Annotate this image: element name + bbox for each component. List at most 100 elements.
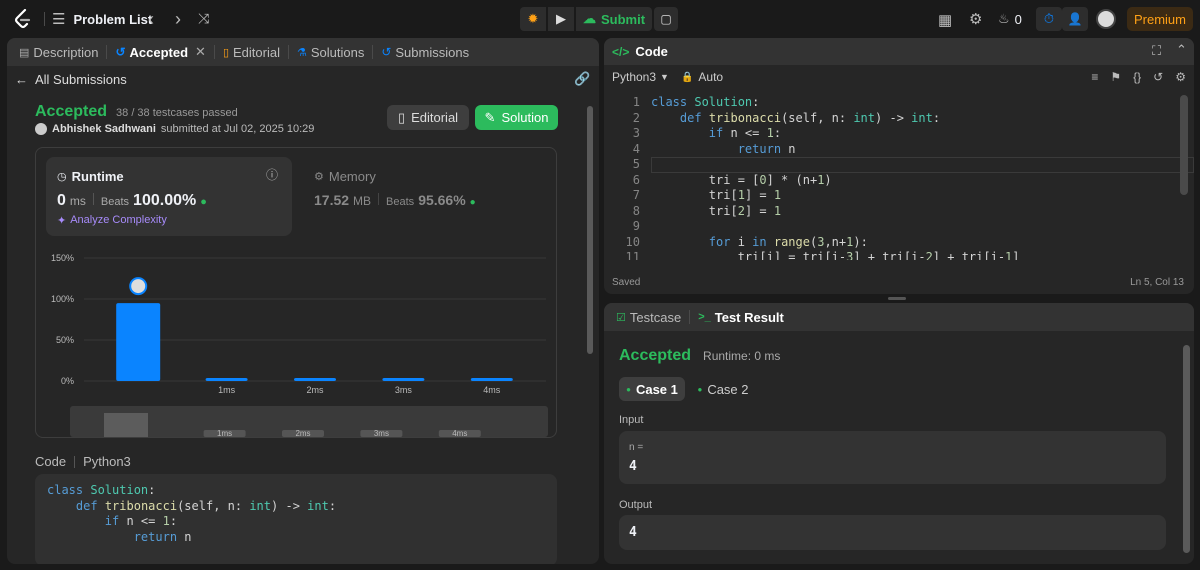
arrow-left-icon: ← xyxy=(15,72,28,87)
tab-label: Editorial xyxy=(233,44,280,60)
settings-icon[interactable]: ⚙ xyxy=(1175,70,1186,84)
format-icon[interactable]: ≡ xyxy=(1091,70,1098,84)
bar xyxy=(470,378,513,381)
problem-list-label: Problem List xyxy=(73,11,153,27)
bookmark-icon[interactable]: ⚑ xyxy=(1110,70,1121,84)
tab-test-result[interactable]: >_ Test Result xyxy=(694,303,788,331)
test-result-panel: ☑ Testcase >_ Test Result Accepted Runtime… xyxy=(604,303,1194,564)
cloud-upload-icon: ☁ xyxy=(582,11,596,26)
history-icon: ↺ xyxy=(115,45,126,59)
y-tick-label: 50% xyxy=(56,335,74,345)
tab-testcase[interactable]: ☑ Testcase xyxy=(612,303,685,331)
info-icon[interactable]: ⓘ xyxy=(266,166,278,183)
y-tick-label: 150% xyxy=(51,253,74,263)
user-avatar-marker xyxy=(129,277,148,296)
code-editor[interactable]: 1 2 3 4 5 6 7 8 9 10 11 class Solution: … xyxy=(604,95,1194,260)
saved-status: Saved xyxy=(612,277,641,288)
debug-button[interactable]: ✹ xyxy=(520,7,546,31)
stopwatch-icon: ⏱ xyxy=(1043,11,1055,26)
bar xyxy=(116,303,161,381)
pencil-icon: ✎ xyxy=(484,109,496,125)
problem-list-link[interactable]: ☰ Problem List xyxy=(52,10,152,28)
auto-mode[interactable]: 🔒 Auto xyxy=(681,70,723,84)
line-numbers: 1 2 3 4 5 6 7 8 9 10 11 xyxy=(625,95,640,260)
leetcode-logo[interactable] xyxy=(14,8,32,29)
tab-description[interactable]: ▤ Description xyxy=(15,38,102,66)
top-nav: ☰ Problem List ‹ › ⤨ ✹ ▶ ☁ Submit ▢ ▦ ⚙ ♨… xyxy=(0,0,1200,38)
invite-button[interactable]: 👤 xyxy=(1062,7,1088,31)
tab-label: Test Result xyxy=(714,309,784,325)
solution-button[interactable]: ✎ Solution xyxy=(475,105,558,130)
navigator-label: 3ms xyxy=(374,429,389,438)
tab-label: Testcase xyxy=(629,309,682,325)
cursor-position: Ln 5, Col 13 xyxy=(1130,277,1184,288)
x-tick-label: 4ms xyxy=(483,385,501,395)
language-select[interactable]: Python3 ▼ xyxy=(612,70,669,84)
close-icon[interactable]: ✕ xyxy=(195,44,206,60)
runtime-card[interactable]: ◷ Runtime ⓘ 0 ms Beats 100.00% ● ✦ Analyz… xyxy=(46,157,292,236)
submit-button[interactable]: ☁ Submit xyxy=(576,7,652,31)
run-button[interactable]: ▶ xyxy=(548,7,574,31)
editor-scrollbar[interactable] xyxy=(1180,95,1188,195)
submit-label: Submit xyxy=(600,11,646,27)
memory-value: 17.52 xyxy=(314,192,350,208)
tab-submissions[interactable]: ↺ Submissions xyxy=(377,38,473,66)
lock-icon: 🔒 xyxy=(680,71,694,83)
tab-label: Submissions xyxy=(395,44,470,60)
x-tick-label: 2ms xyxy=(306,385,324,395)
editor-tabbar: </> Code ⛶ ⌃ xyxy=(604,38,1194,65)
chevron-right-icon[interactable]: › xyxy=(175,9,181,30)
case-1-tab[interactable]: ● Case 1 xyxy=(619,377,685,401)
submission-status: Accepted 38 / 38 testcases passed xyxy=(35,103,238,121)
checkbox-icon: ☑ xyxy=(616,311,626,324)
premium-button[interactable]: Premium xyxy=(1127,7,1193,31)
link-icon[interactable]: 🔗 xyxy=(574,71,590,87)
code-editor-panel: </> Code ⛶ ⌃ Python3 ▼ 🔒 Auto ≡ ⚑ {} ↺ ⚙ 1… xyxy=(604,38,1194,294)
button-label: Editorial xyxy=(411,110,459,125)
left-scrollbar[interactable] xyxy=(587,106,593,354)
author-name[interactable]: Abhishek Sadhwani xyxy=(52,123,156,135)
play-icon: ▶ xyxy=(556,11,566,26)
x-tick-label: 3ms xyxy=(395,385,413,395)
book-icon: ▯ xyxy=(222,46,229,59)
maximize-icon[interactable]: ⛶ xyxy=(1152,43,1161,59)
layout-icon[interactable]: ▦ xyxy=(938,11,952,29)
braces-icon[interactable]: {} xyxy=(1133,70,1141,84)
testcases-count: 38 / 38 testcases passed xyxy=(116,107,238,119)
beats-label: Beats xyxy=(100,196,130,208)
tab-solutions[interactable]: ⚗ Solutions xyxy=(293,38,368,66)
chevron-up-icon[interactable]: ⌃ xyxy=(1176,42,1187,58)
tab-editorial[interactable]: ▯ Editorial xyxy=(219,38,284,66)
memory-beats: 95.66% xyxy=(418,192,466,208)
tab-label: Description xyxy=(33,44,99,60)
chevron-left-icon[interactable]: ‹ xyxy=(148,9,154,30)
bar xyxy=(294,378,336,381)
current-line-highlight xyxy=(651,157,1194,173)
editorial-button[interactable]: ▯ Editorial xyxy=(387,105,469,130)
avatar[interactable] xyxy=(1096,9,1116,29)
back-label: All Submissions xyxy=(35,72,127,87)
runtime-unit: ms xyxy=(69,194,86,208)
case-2-tab[interactable]: ● Case 2 xyxy=(693,377,753,401)
tab-accepted[interactable]: ↺ Accepted ✕ xyxy=(111,38,210,66)
timer-button[interactable]: ⏱ xyxy=(1036,7,1062,31)
gear-icon[interactable]: ⚙ xyxy=(969,10,982,28)
back-link[interactable]: ← All Submissions xyxy=(15,72,127,87)
bar xyxy=(382,378,425,381)
code-text: class Solution: def tribonacci(self, n: … xyxy=(47,483,337,544)
streak-count: 0 xyxy=(1014,11,1022,27)
runtime-distribution-chart: 0% 50% 100% 150% 1ms 2ms 3ms 4ms 1ms 2ms 3ms 4ms xyxy=(51,253,548,438)
memory-card[interactable]: ⚙ Memory 17.52 MB Beats 95.66% ● xyxy=(303,157,503,236)
submission-meta: Abhishek Sadhwani submitted at Jul 02, 2… xyxy=(35,123,314,135)
analyze-complexity-link[interactable]: ✦ Analyze Complexity xyxy=(57,214,167,227)
reset-icon[interactable]: ↺ xyxy=(1153,70,1163,84)
notes-button[interactable]: ▢ xyxy=(654,7,678,31)
result-scrollbar[interactable] xyxy=(1183,345,1190,553)
case-label: Case 1 xyxy=(635,381,678,397)
resize-handle[interactable] xyxy=(888,297,906,300)
pass-dot-icon: ● xyxy=(626,384,631,394)
shuffle-icon[interactable]: ⤨ xyxy=(198,10,209,27)
history-icon: ↺ xyxy=(381,45,392,59)
streak-counter[interactable]: ♨ 0 xyxy=(998,11,1022,27)
pass-dot-icon: ● xyxy=(697,384,703,394)
